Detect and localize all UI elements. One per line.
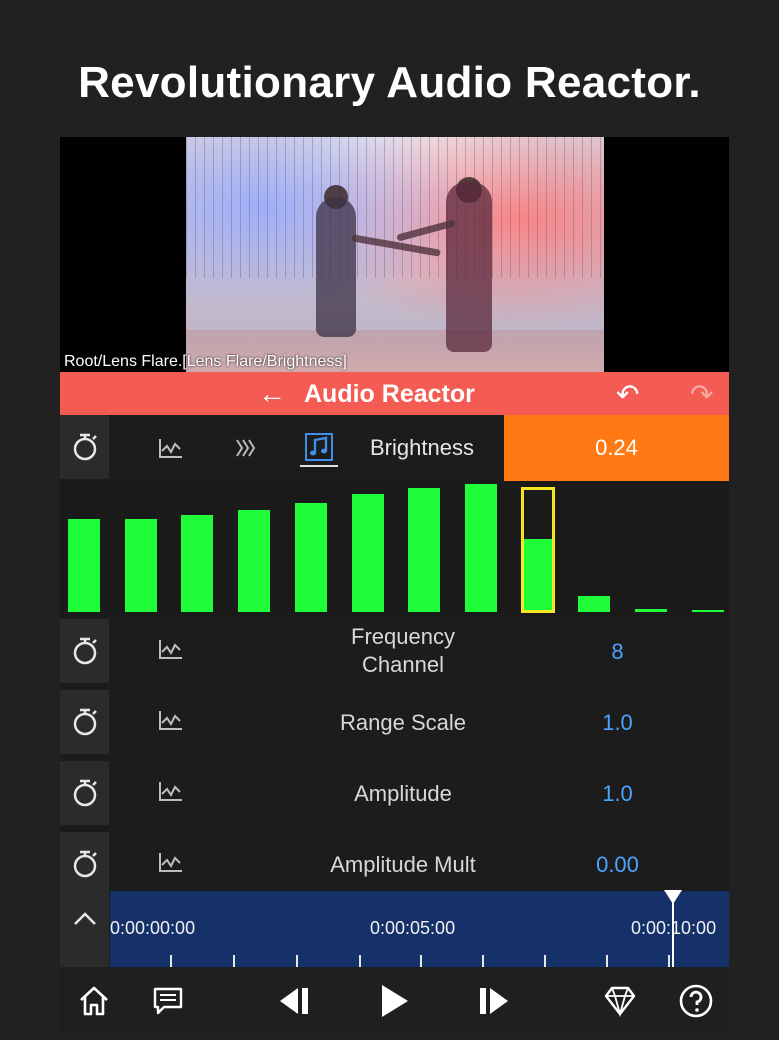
audio-tab[interactable] [300,429,338,467]
timeline-tick [544,955,546,967]
stopwatch-icon [73,433,97,461]
param-row-range-scale[interactable]: Range Scale 1.0 [60,687,729,757]
waveform-button[interactable] [156,776,186,806]
spectrum-bar[interactable] [692,610,724,612]
header-title: Audio Reactor [304,380,475,408]
audio-reactor-header: ← Audio Reactor ↶ ↷ [60,372,729,415]
timeline-tick [668,955,670,967]
param-row-amplitude[interactable]: Amplitude 1.0 [60,758,729,828]
collapse-timeline-button[interactable] [60,883,109,967]
page-headline: Revolutionary Audio Reactor. [78,58,701,107]
param-label-line2: Channel [362,652,444,677]
spectrum-bar[interactable] [181,515,213,612]
timeline-tick [170,955,172,967]
video-preview[interactable]: Root/Lens Flare.[Lens Flare/Brightness] [60,137,729,372]
param-label-line1: Frequency [351,624,455,649]
waveform-icon [159,640,182,659]
music-note-icon [305,433,333,461]
timeline-tick [359,955,361,967]
play-button[interactable] [372,979,416,1023]
param-label: Range Scale [340,710,466,735]
param-label: Amplitude [354,781,452,806]
diamond-icon [604,986,636,1017]
spectrum-bar[interactable] [68,519,100,612]
stopwatch-icon [73,637,97,665]
param-row-frequency-channel[interactable]: Frequency Channel 8 [60,616,729,686]
stopwatch-button[interactable] [60,761,109,825]
waveform-button[interactable] [156,705,186,735]
timecode-mid: 0:00:05:00 [370,918,456,938]
step-back-button[interactable] [272,979,316,1023]
oscillator-tab[interactable] [230,433,260,463]
param-value[interactable]: 0.00 [550,852,685,878]
help-button[interactable] [674,979,718,1023]
waveform-button[interactable] [156,847,186,877]
stopwatch-button[interactable] [60,690,109,754]
spectrum-bar[interactable] [352,494,384,612]
undo-icon[interactable]: ↶ [616,378,639,411]
timeline: 0:00:00:00 0:00:05:00 0:00:10:00 [60,883,729,967]
chevron-up-icon [73,912,96,925]
parameter-selector-row: Brightness 0.24 [60,415,729,481]
param-label: Amplitude Mult [330,852,476,877]
spectrum-bar[interactable] [578,596,610,612]
premium-button[interactable] [598,979,642,1023]
comment-button[interactable] [146,979,190,1023]
step-forward-icon [480,988,508,1014]
timeline-track[interactable]: 0:00:00:00 0:00:05:00 0:00:10:00 [110,890,729,967]
app-window: Root/Lens Flare.[Lens Flare/Brightness] … [60,137,729,1033]
oscillator-icon [236,439,256,457]
waveform-tab[interactable] [156,433,186,463]
stopwatch-button[interactable] [60,415,109,479]
spectrum-bar[interactable] [125,519,157,612]
stopwatch-button[interactable] [60,619,109,683]
preview-frame [186,137,604,372]
spectrum-bar[interactable] [465,484,497,612]
back-arrow-icon[interactable]: ← [258,378,286,410]
stopwatch-icon [73,708,97,736]
layer-path-label: Root/Lens Flare.[Lens Flare/Brightness] [64,353,347,370]
param-value[interactable]: 1.0 [550,781,685,807]
timecode-start: 0:00:00:00 [110,918,196,938]
redo-icon[interactable]: ↷ [690,378,713,411]
waveform-icon [159,853,182,872]
selected-band-frame [521,487,555,613]
spectrum-bar[interactable] [408,488,440,612]
step-forward-button[interactable] [472,979,516,1023]
stopwatch-icon [73,779,97,807]
waveform-icon [159,439,182,458]
spectrum-bar[interactable] [295,503,327,612]
comment-icon [153,987,183,1015]
spectrum-bar[interactable] [635,609,667,612]
frequency-spectrum[interactable] [60,481,729,616]
play-icon [382,985,408,1017]
help-icon [679,984,713,1018]
timeline-tick [296,955,298,967]
bottom-toolbar [60,967,729,1033]
step-back-icon [280,988,308,1014]
selected-parameter-label: Brightness [370,435,474,460]
selected-parameter-value[interactable]: 0.24 [504,415,729,481]
waveform-button[interactable] [156,634,186,664]
timeline-tick [420,955,422,967]
timeline-tick [482,955,484,967]
waveform-icon [159,711,182,730]
stopwatch-icon [73,850,97,878]
playhead-handle[interactable] [664,890,682,904]
waveform-icon [159,782,182,801]
param-value[interactable]: 1.0 [550,710,685,736]
param-value[interactable]: 8 [550,639,685,665]
timeline-tick [233,955,235,967]
home-icon [80,986,108,1016]
home-button[interactable] [72,979,116,1023]
spectrum-bar[interactable] [238,510,270,612]
timeline-tick [606,955,608,967]
